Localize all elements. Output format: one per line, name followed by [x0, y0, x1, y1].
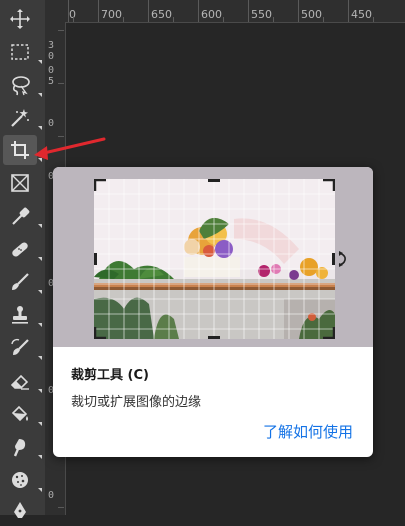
ruler-tick [198, 0, 199, 22]
sponge-tool[interactable] [3, 465, 42, 495]
ruler-minor-tick [323, 17, 324, 22]
smudge-icon [13, 439, 26, 457]
tool-group-indicator [38, 356, 42, 360]
vertical-ruler-label: 0 5 [48, 65, 55, 87]
horizontal-ruler-label: 550 [251, 8, 272, 21]
ruler-minor-tick [73, 17, 74, 22]
pen-tool[interactable] [3, 496, 37, 526]
ruler-tick [58, 507, 64, 508]
horizontal-ruler-label: 500 [301, 8, 322, 21]
horizontal-ruler: 0 700 650 600 550 500 450 [65, 0, 405, 23]
move-icon [10, 9, 30, 29]
sponge-icon [12, 472, 28, 488]
brush-icon [12, 273, 29, 290]
horizontal-ruler-label: 650 [151, 8, 172, 21]
eyedropper-tool[interactable] [3, 201, 42, 231]
healing-brush-tool[interactable] [3, 234, 42, 264]
tooltip-description: 裁切或扩展图像的边缘 [71, 395, 202, 410]
eraser-icon [10, 374, 29, 390]
vertical-ruler-label: 0 [48, 490, 55, 501]
eyedropper-icon [12, 207, 30, 225]
magic-wand-icon [11, 109, 29, 127]
tools-panel [0, 0, 46, 518]
frame-icon [11, 174, 29, 192]
brush-tool[interactable] [3, 267, 42, 297]
eraser-tool[interactable] [3, 366, 42, 396]
tooltip-preview [53, 167, 373, 347]
vertical-ruler-label: 3 0 [48, 40, 55, 62]
ruler-minor-tick [123, 17, 124, 22]
history-brush-icon [11, 338, 29, 355]
ruler-minor-tick [273, 17, 274, 22]
learn-how-link[interactable]: 了解如何使用 [263, 421, 353, 442]
horizontal-ruler-label: 600 [201, 8, 222, 21]
tool-group-indicator [38, 455, 42, 459]
crop-tool-tooltip: 裁剪工具 (C) 裁切或扩展图像的边缘 了解如何使用 [53, 167, 373, 457]
tool-group-indicator [38, 224, 42, 228]
history-brush-tool[interactable] [3, 333, 42, 363]
vertical-ruler-label: 0 [48, 118, 55, 129]
frame-tool[interactable] [3, 168, 37, 198]
ruler-minor-tick [173, 17, 174, 22]
ruler-tick [248, 0, 249, 22]
ruler-tick [58, 30, 64, 31]
lasso-icon [12, 76, 30, 96]
ruler-minor-tick [223, 17, 224, 22]
tool-group-indicator [38, 93, 42, 97]
tool-group-indicator [38, 257, 42, 261]
tool-group-indicator [38, 389, 42, 393]
tool-group-indicator [38, 488, 42, 492]
annotation-arrow [34, 137, 106, 160]
horizontal-ruler-label: 450 [351, 8, 372, 21]
ruler-minor-tick [373, 17, 374, 22]
ruler-tick [58, 83, 64, 84]
stamp-icon [12, 306, 28, 324]
tool-group-indicator [38, 290, 42, 294]
pen-icon [14, 502, 26, 518]
rectangular-marquee-tool[interactable] [3, 37, 42, 67]
bandage-icon [12, 242, 28, 257]
marquee-icon [11, 44, 29, 60]
clone-stamp-tool[interactable] [3, 300, 42, 330]
horizontal-ruler-label: 700 [101, 8, 122, 21]
tool-group-indicator [38, 323, 42, 327]
ruler-tick [298, 0, 299, 22]
crop-icon [11, 141, 29, 159]
tooltip-title: 裁剪工具 (C) [71, 368, 149, 383]
lasso-tool[interactable] [3, 70, 42, 100]
move-tool[interactable] [3, 4, 37, 34]
rotate-cursor-icon [338, 251, 346, 267]
smudge-tool[interactable] [3, 432, 42, 462]
ruler-tick [148, 0, 149, 22]
tool-group-indicator [38, 60, 42, 64]
paint-bucket-tool[interactable] [3, 399, 42, 429]
tool-group-indicator [38, 422, 42, 426]
magic-wand-tool[interactable] [3, 103, 42, 133]
paint-bucket-icon [11, 405, 28, 422]
ruler-tick [348, 0, 349, 22]
ruler-tick [98, 0, 99, 22]
tool-group-indicator [38, 126, 42, 130]
preview-image [94, 179, 335, 339]
